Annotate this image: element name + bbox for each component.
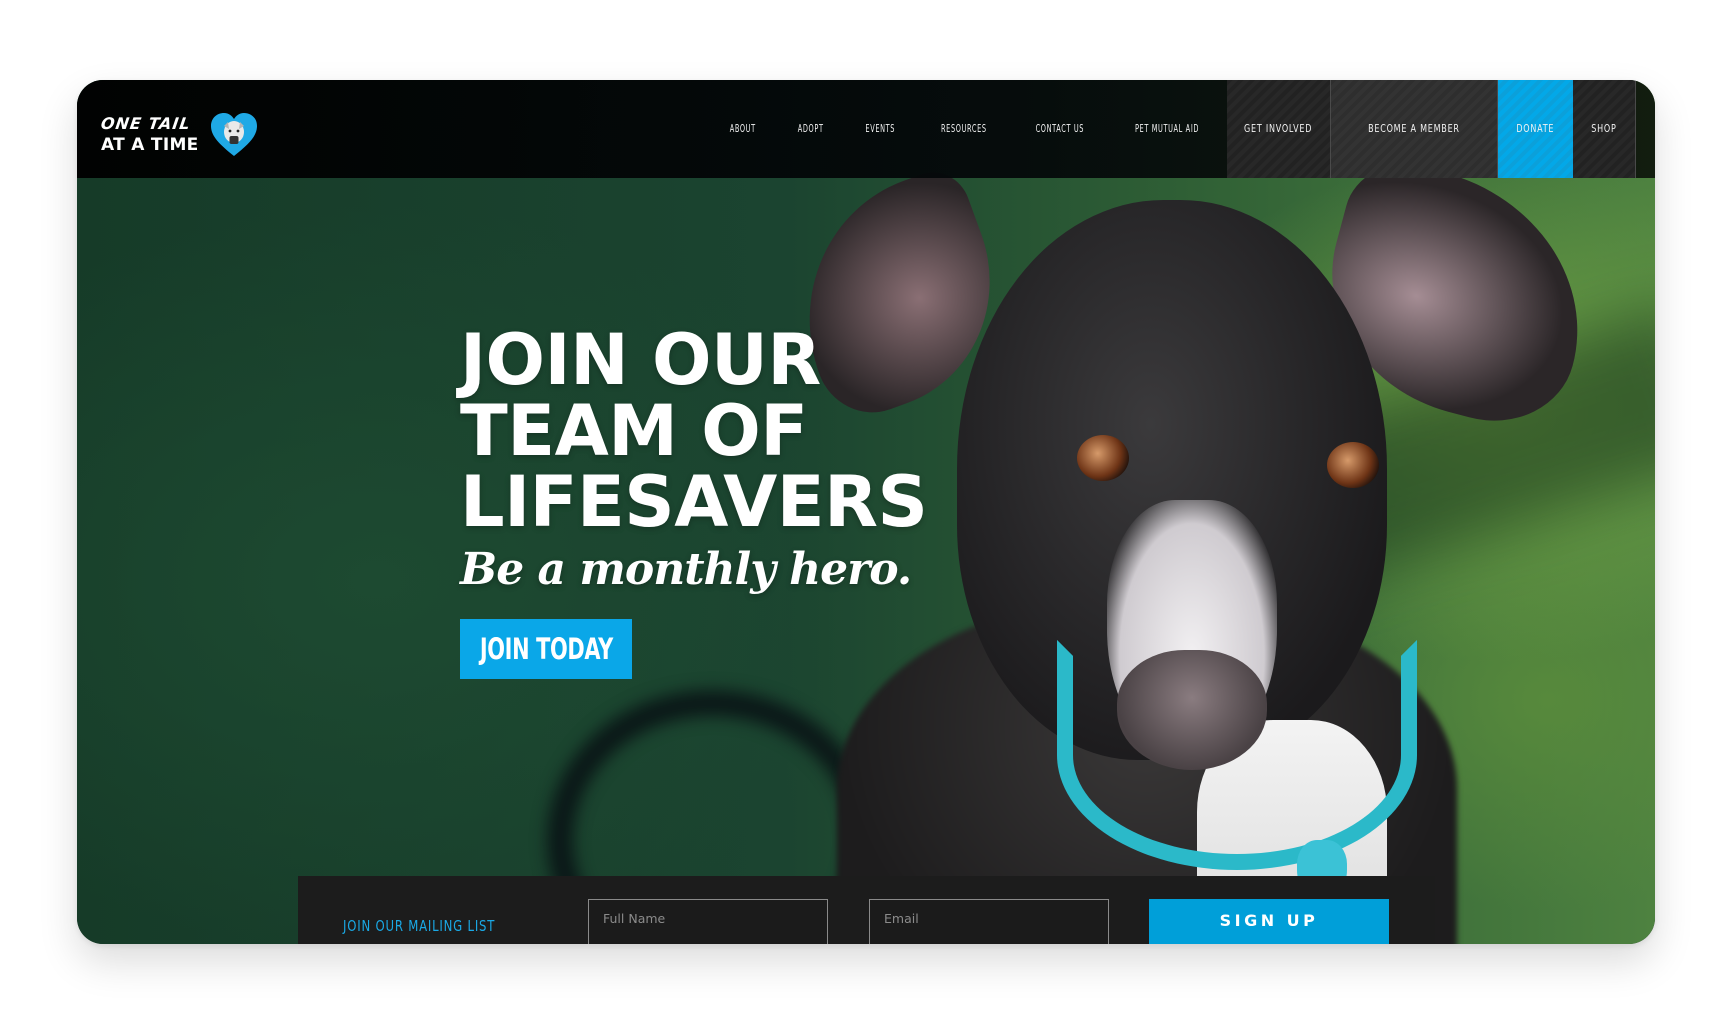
hero-tagline: Be a monthly hero. (460, 544, 912, 595)
top-navigation: ONE TAIL AT A TIME ABOUT ADOPT EVENTS RE… (77, 80, 1655, 178)
nav-pet-mutual-aid[interactable]: PET MUTUAL AID (1126, 80, 1208, 178)
nav-donate-button[interactable]: DONATE (1498, 80, 1573, 178)
hero-headline: JOIN OUR TEAM OF LIFESAVERS (460, 325, 980, 538)
join-today-label: JOIN TODAY (479, 632, 613, 666)
hero-copy: JOIN OUR TEAM OF LIFESAVERS Be a monthly… (460, 325, 980, 679)
email-input[interactable] (869, 899, 1109, 944)
join-today-button[interactable]: JOIN TODAY (460, 619, 632, 679)
dog-eye-left (1077, 435, 1129, 481)
headline-line-3: LIFESAVERS (460, 461, 928, 543)
headline-line-2: TEAM OF (460, 390, 808, 472)
dog-eye-right (1327, 442, 1379, 488)
nav-contact-us[interactable]: CONTACT US (1028, 80, 1092, 178)
main-menu: ABOUT ADOPT EVENTS RESOURCES CONTACT US … (77, 80, 1655, 178)
nav-get-involved[interactable]: GET INVOLVED (1227, 80, 1331, 178)
nav-adopt[interactable]: ADOPT (795, 80, 828, 178)
mailing-list-heading: JOIN OUR MAILING LIST (343, 917, 496, 935)
nav-resources[interactable]: RESOURCES (934, 80, 995, 178)
browser-page-card: ONE TAIL AT A TIME ABOUT ADOPT EVENTS RE… (77, 80, 1655, 944)
nav-become-a-member[interactable]: BECOME A MEMBER (1331, 80, 1498, 178)
full-name-input[interactable] (588, 899, 828, 944)
mailing-list-bar: JOIN OUR MAILING LIST SIGN UP (298, 876, 1435, 944)
nav-events[interactable]: EVENTS (861, 80, 899, 178)
headline-line-1: JOIN OUR (460, 319, 821, 401)
nav-shop[interactable]: SHOP (1573, 80, 1636, 178)
dog-collar (1057, 640, 1417, 870)
sign-up-button[interactable]: SIGN UP (1149, 899, 1389, 944)
nav-about[interactable]: ABOUT (727, 80, 760, 178)
